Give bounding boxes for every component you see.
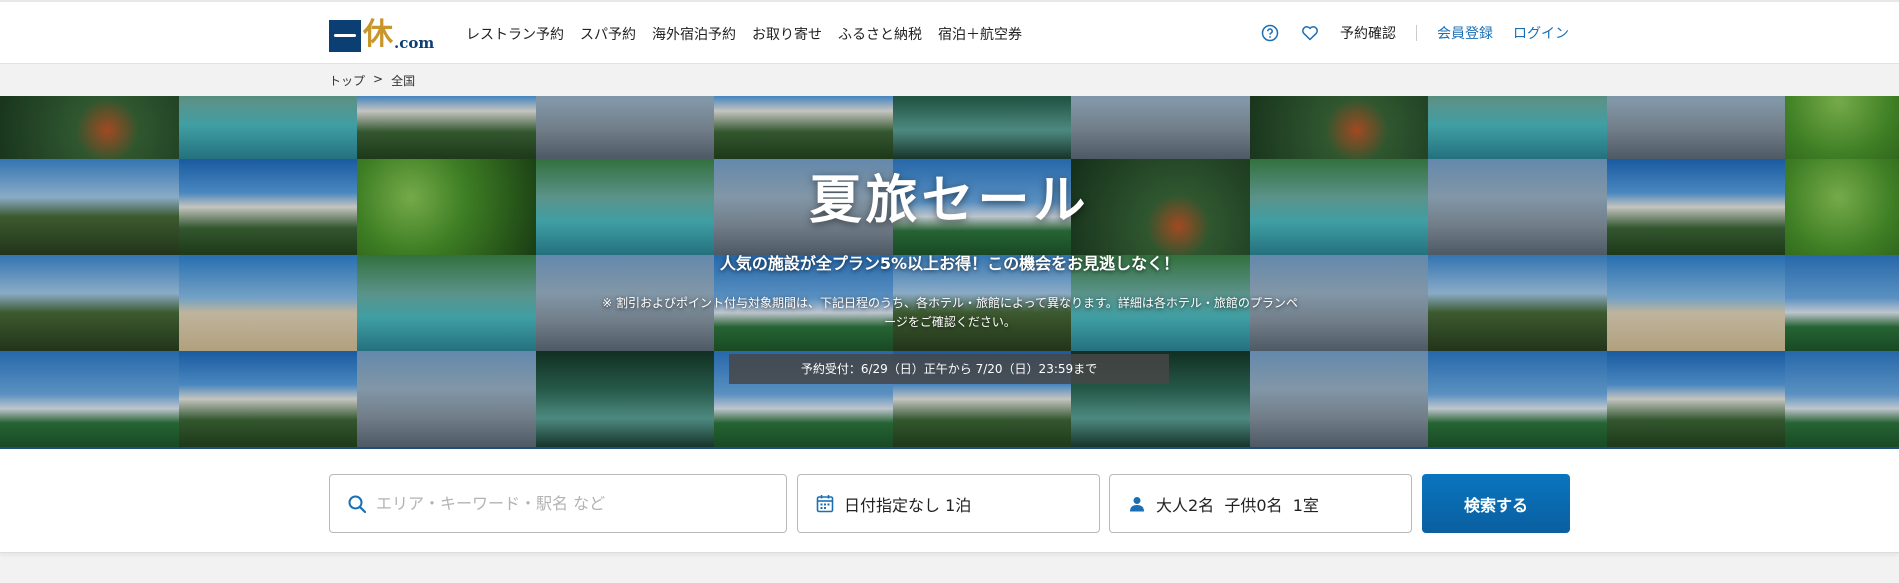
breadcrumb-top[interactable]: トップ: [329, 72, 365, 89]
photo-tile: [1785, 351, 1899, 447]
date-selector[interactable]: 日付指定なし 1泊: [797, 474, 1100, 533]
photo-tile: [892, 96, 1071, 159]
search-button[interactable]: 検索する: [1422, 474, 1570, 533]
search-bar: 日付指定なし 1泊 大人2名 子供0名 1室 検索する: [0, 449, 1899, 553]
photo-tile: [178, 351, 357, 447]
breadcrumb-current: 全国: [391, 74, 416, 88]
breadcrumb: トップ > 全国: [329, 72, 415, 89]
breadcrumb-separator: >: [373, 72, 384, 86]
date-value: 日付指定なし 1泊: [844, 495, 972, 515]
photo-tile: [0, 96, 179, 159]
hero-subtitle: 人気の施設が全プラン5%以上お得！この機会をお見逃しなく！: [719, 254, 1180, 273]
nav-item-gourmet-order[interactable]: お取り寄せ: [752, 24, 822, 44]
photo-tile: [1606, 96, 1785, 159]
photo-tile: [1606, 351, 1785, 447]
guest-value: 大人2名 子供0名 1室: [1156, 495, 1319, 515]
photo-tile: [1071, 96, 1250, 159]
nav-divider: [1416, 25, 1417, 41]
nav-item-hotel-flight[interactable]: 宿泊＋航空券: [938, 24, 1022, 44]
photo-tile: [0, 351, 179, 447]
logo-suffix: .com: [394, 34, 435, 52]
login-link[interactable]: ログイン: [1513, 23, 1569, 43]
calendar-icon: [814, 493, 836, 515]
photo-tile: [178, 96, 357, 159]
nav-item-furusato-tax[interactable]: ふるさと納税: [838, 24, 922, 44]
hero-title: 夏旅セール: [809, 170, 1090, 231]
nav-item-overseas-hotel[interactable]: 海外宿泊予約: [652, 24, 736, 44]
nav-item-spa[interactable]: スパ予約: [580, 24, 636, 44]
search-icon: [346, 493, 368, 515]
photo-tile: [357, 96, 536, 159]
photo-tile: [1428, 96, 1607, 159]
photo-tile: [1249, 96, 1428, 159]
logo-kanji: 休: [363, 17, 393, 52]
site-logo[interactable]: 休 .com: [329, 16, 434, 52]
area-keyword-field[interactable]: [329, 474, 787, 533]
photo-tile: [714, 96, 893, 159]
nav-item-restaurant[interactable]: レストラン予約: [466, 24, 564, 44]
photo-tile: [1785, 96, 1899, 159]
heart-icon[interactable]: [1300, 23, 1320, 43]
photo-tile: [1249, 351, 1428, 447]
guest-selector[interactable]: 大人2名 子供0名 1室: [1109, 474, 1412, 533]
photo-tile: [357, 351, 536, 447]
photo-tile: [535, 351, 714, 447]
booking-period-badge: 予約受付：6/29（日）正午から 7/20（日）23:59まで: [729, 354, 1169, 384]
hero-banner: 夏旅セール 人気の施設が全プラン5%以上お得！この機会をお見逃しなく！ ※ 割引…: [0, 96, 1899, 449]
area-keyword-input[interactable]: [376, 494, 756, 513]
main-nav: レストラン予約 スパ予約 海外宿泊予約 お取り寄せ ふるさと納税 宿泊＋航空券: [466, 24, 1022, 44]
reservation-check-link[interactable]: 予約確認: [1340, 23, 1396, 43]
logo-mark: [329, 20, 361, 52]
photo-tile: [535, 96, 714, 159]
register-link[interactable]: 会員登録: [1437, 23, 1493, 43]
account-nav: 予約確認 会員登録 ログイン: [1260, 23, 1569, 43]
hero-note: ※ 割引およびポイント付与対象期間は、下記日程のうち、各ホテル・旅館によって異な…: [602, 296, 1298, 329]
question-circle-icon[interactable]: [1260, 23, 1280, 43]
site-header: 休 .com レストラン予約 スパ予約 海外宿泊予約 お取り寄せ ふるさと納税 …: [0, 0, 1899, 64]
person-icon: [1126, 493, 1148, 515]
photo-tile: [1428, 351, 1607, 447]
